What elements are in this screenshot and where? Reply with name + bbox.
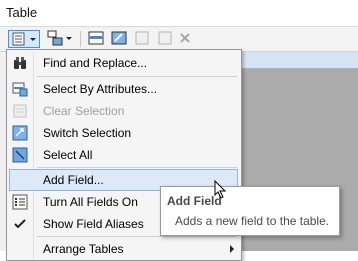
select-all-icon [12,147,28,163]
submenu-arrow-icon [230,245,234,253]
clear-selection-toolbar-icon[interactable] [133,30,153,48]
menu-item-clear-selection[interactable]: Clear Selection [9,100,238,122]
switch-selection-toolbar-icon[interactable] [110,30,130,48]
checkmark-icon [12,216,28,232]
mouse-cursor-icon [214,179,228,203]
menu-item-select-all[interactable]: Select All [9,144,238,166]
clear-selection-icon [12,103,28,119]
delete-icon[interactable] [177,30,193,48]
tooltip-body: Adds a new field to the table. [175,214,330,228]
related-tables-button[interactable] [46,30,76,48]
binoculars-icon [12,55,28,71]
add-field-tooltip: Add Field Adds a new field to the table. [160,186,340,236]
fields-list-icon [12,194,28,210]
window-title: Table [6,5,38,20]
menu-item-switch-selection[interactable]: Switch Selection [9,122,238,144]
menu-item-find-and-replace[interactable]: Find and Replace... [9,52,238,74]
window-titlebar: Table [0,0,358,27]
table-grid-header [240,52,358,69]
delete-selected-toolbar-icon[interactable] [156,30,176,48]
switch-selection-icon [12,125,28,141]
menu-item-select-by-attributes[interactable]: Select By Attributes... [9,78,238,100]
select-by-attributes-toolbar-icon[interactable] [87,30,107,48]
select-by-attributes-icon [12,81,28,97]
menu-item-arrange-tables[interactable]: Arrange Tables [9,238,238,260]
table-options-button[interactable] [8,30,40,48]
